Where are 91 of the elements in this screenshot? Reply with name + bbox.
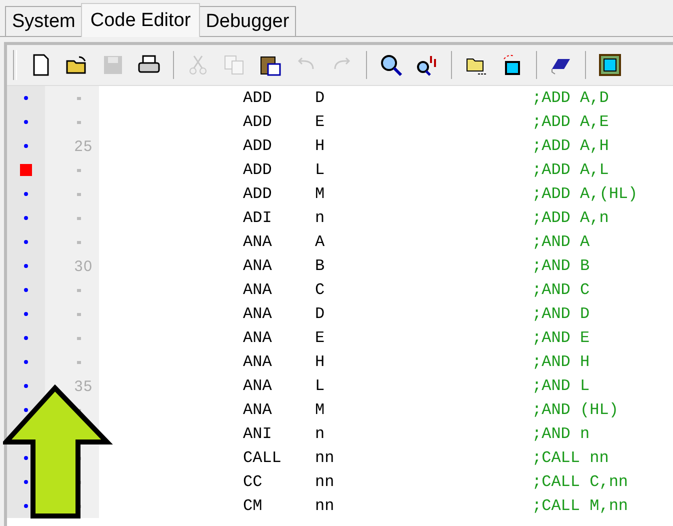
operand: nn [315,449,336,467]
comment: ;ADD A,H [532,137,609,155]
tab[interactable]: Debugger [198,6,296,36]
line-dot[interactable] [24,312,28,316]
line-number: 25 [74,138,93,154]
mnemonic: ADI [243,209,273,227]
comment: ;ADD A,E [532,113,609,131]
line-dot[interactable] [24,96,28,100]
line-dot[interactable] [24,144,28,148]
comment: ;CALL M,nn [532,497,628,515]
comment: ;ADD A,L [532,161,609,179]
line-tick [77,192,81,196]
line-dot[interactable] [24,360,28,364]
line-tick [77,216,81,220]
operand: L [315,377,326,395]
line-dot[interactable] [24,480,28,484]
find-icon[interactable] [379,53,403,77]
operand: C [315,281,326,299]
line-tick [77,312,81,316]
mnemonic: ANA [243,233,273,251]
mnemonic: ADD [243,89,273,107]
line-dot[interactable] [24,504,28,508]
line-dot[interactable] [24,384,28,388]
operand: M [315,185,326,203]
operand: D [315,305,326,323]
mnemonic: ANA [243,281,273,299]
comment: ;AND B [532,257,590,275]
operand: nn [315,473,336,491]
line-dot[interactable] [24,336,28,340]
mnemonic: ADD [243,161,273,179]
tab[interactable]: System [5,6,82,36]
mnemonic: ANA [243,377,273,395]
operand: B [315,257,326,275]
line-dot[interactable] [24,240,28,244]
line-dot[interactable] [24,192,28,196]
line-tick [77,240,81,244]
operand: L [315,161,326,179]
mnemonic: ADD [243,185,273,203]
mnemonic: ANA [243,401,273,419]
comment: ;AND n [532,425,590,443]
comment: ;AND D [532,305,590,323]
line-tick [77,120,81,124]
operand: M [315,401,326,419]
toolbar-grip[interactable] [13,50,17,80]
comment: ;AND H [532,353,590,371]
mnemonic: ADD [243,137,273,155]
mnemonic: CM [243,497,264,515]
mnemonic: ADD [243,113,273,131]
comment: ;AND C [532,281,590,299]
line-dot[interactable] [24,120,28,124]
line-dot[interactable] [24,456,28,460]
operand: n [315,209,326,227]
line-dot[interactable] [24,216,28,220]
operand: H [315,137,326,155]
comment: ;ADD A,(HL) [532,185,638,203]
board-icon[interactable] [598,53,622,77]
line-tick [77,96,81,100]
comment: ;CALL nn [532,449,609,467]
operand: E [315,329,326,347]
line-number: 30 [74,258,93,274]
operand: H [315,353,326,371]
operand: E [315,113,326,131]
operand: A [315,233,326,251]
comment: ;AND E [532,329,590,347]
mnemonic: ANA [243,353,273,371]
comment: ;ADD A,n [532,209,609,227]
mnemonic: CC [243,473,264,491]
operand: D [315,89,326,107]
comment: ;AND A [532,233,590,251]
comment: ;AND L [532,377,590,395]
mnemonic: ANA [243,305,273,323]
mnemonic: CALL [243,449,282,467]
mnemonic: ANA [243,257,273,275]
replace-icon[interactable] [415,53,439,77]
comment: ;AND (HL) [532,401,618,419]
line-number: 35 [74,378,93,394]
operand: n [315,425,326,443]
line-tick [77,168,81,172]
line-tick [77,288,81,292]
mnemonic: ANI [243,425,273,443]
operand: nn [315,497,336,515]
line-tick [77,336,81,340]
tab[interactable]: Code Editor [81,3,200,37]
line-dot[interactable] [24,264,28,268]
line-dot[interactable] [24,288,28,292]
comment: ;ADD A,D [532,89,609,107]
comment: ;CALL C,nn [532,473,628,491]
breakpoint-marker[interactable] [20,164,32,176]
line-tick [77,360,81,364]
mnemonic: ANA [243,329,273,347]
line-dot[interactable] [24,408,28,412]
